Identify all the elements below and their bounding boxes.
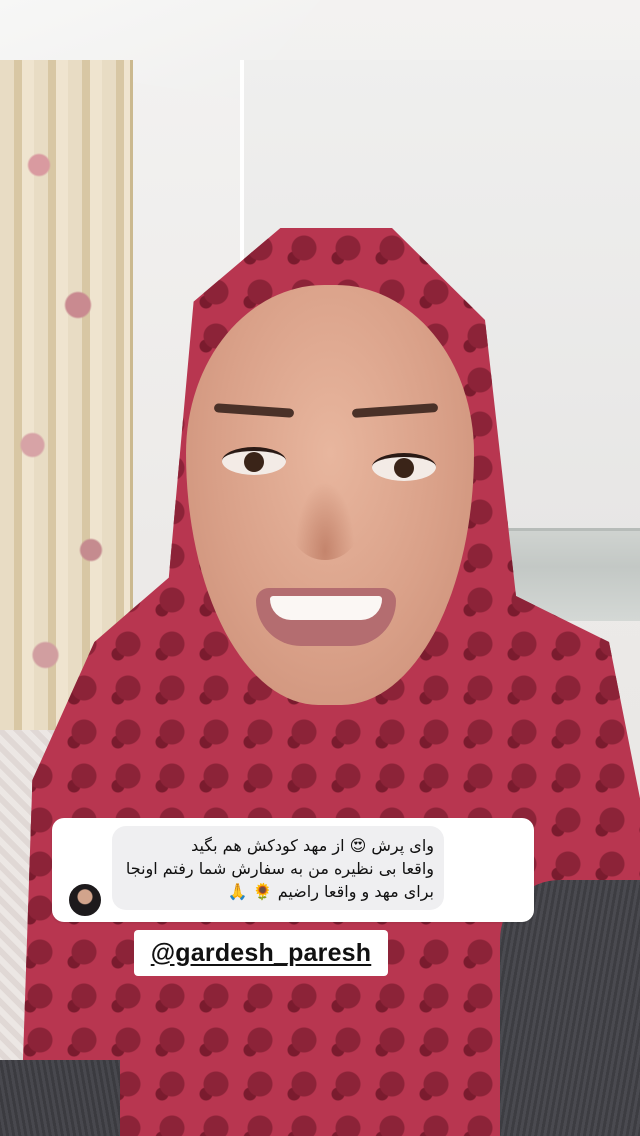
gray-jacket-left [0, 1060, 120, 1136]
mention-username[interactable]: @gardesh_paresh [151, 939, 372, 968]
right-eye [372, 453, 436, 481]
replier-avatar [68, 883, 102, 917]
mention-sticker[interactable]: @gardesh_paresh [134, 930, 388, 976]
reply-text: وای پرش 😍 از مهد کودکش هم بگید واقعا بی … [125, 836, 434, 901]
teeth [270, 596, 382, 620]
nose [290, 470, 360, 560]
left-eye [222, 447, 286, 475]
